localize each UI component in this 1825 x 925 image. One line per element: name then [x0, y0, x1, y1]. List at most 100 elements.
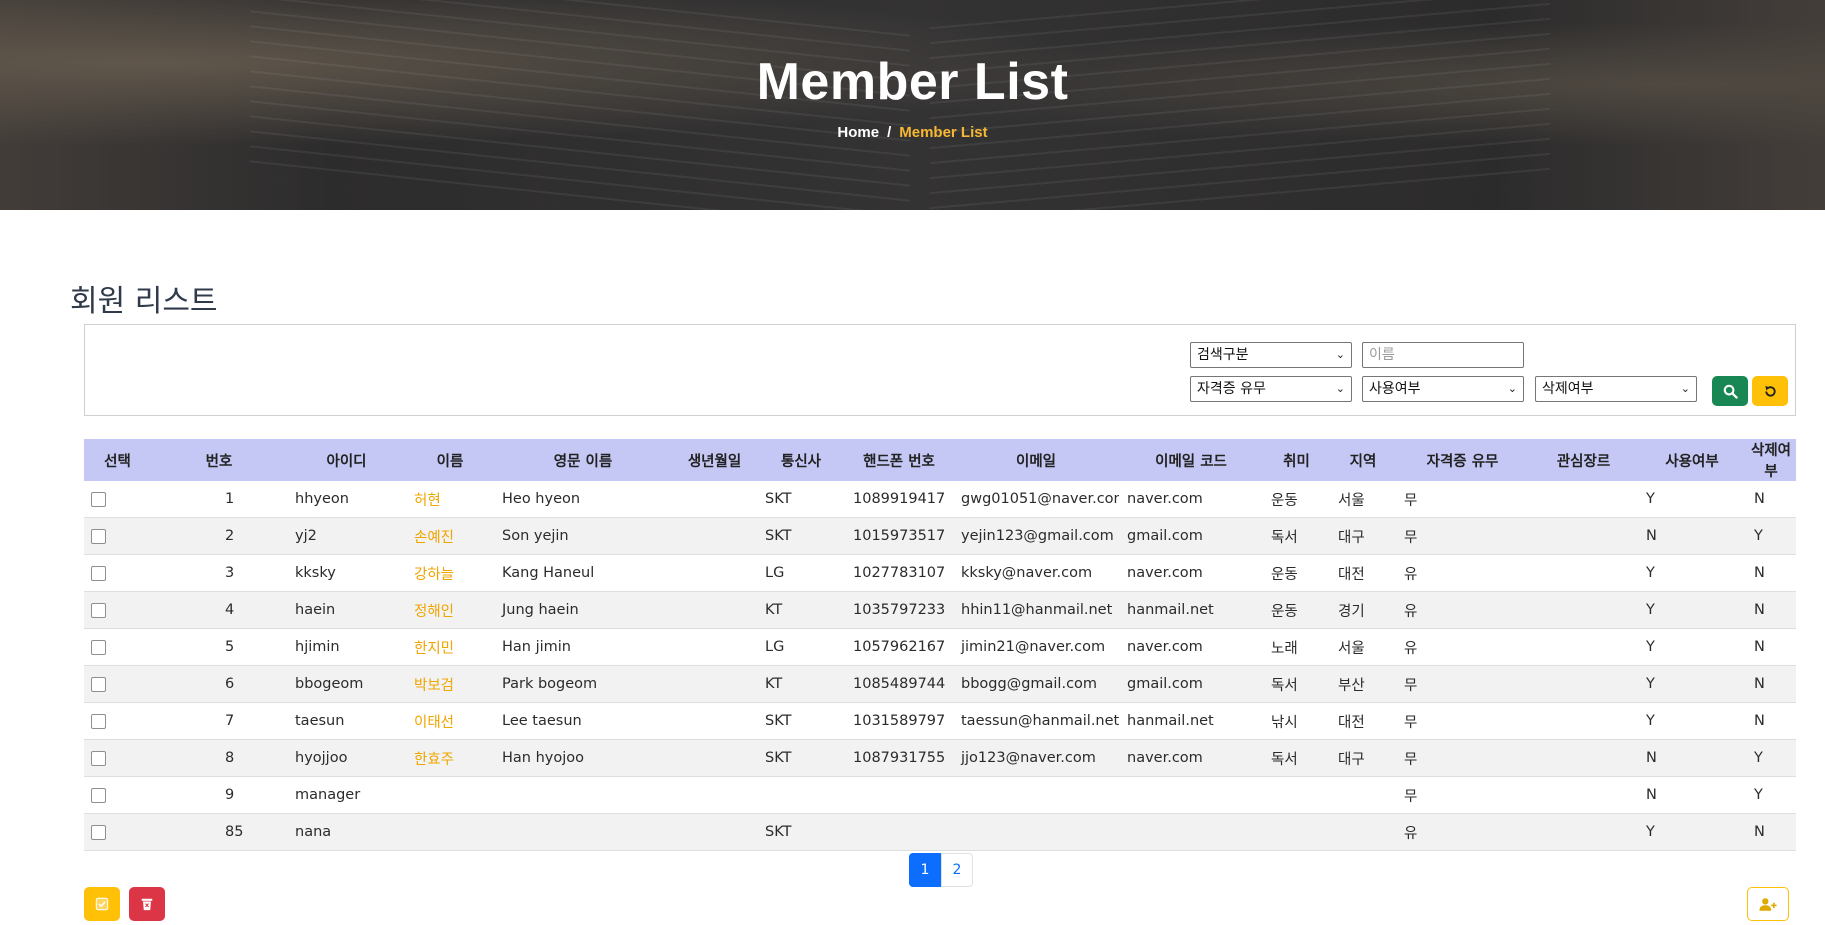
column-header: 이메일 코드: [1119, 439, 1263, 481]
reset-button[interactable]: [1752, 376, 1788, 406]
table-cell: 1027783107: [845, 554, 953, 592]
table-cell: [494, 776, 672, 814]
table-cell: 독서: [1263, 739, 1330, 777]
add-member-button[interactable]: [1747, 887, 1789, 921]
table-cell: N: [1746, 554, 1796, 592]
member-name-link[interactable]: 한효주: [406, 739, 494, 777]
search-button[interactable]: [1712, 376, 1748, 406]
row-checkbox[interactable]: [91, 491, 106, 507]
member-name-link[interactable]: [406, 813, 494, 851]
table-cell: bbogg@gmail.com: [953, 665, 1119, 703]
member-name-link[interactable]: 이태선: [406, 702, 494, 740]
chevron-down-icon: ⌄: [1507, 382, 1517, 395]
table-cell: [953, 813, 1119, 851]
table-cell: [1119, 813, 1263, 851]
breadcrumb-current: Member List: [899, 124, 988, 141]
table-row: 3 kksky 강하늘 Kang Haneul LG 1027783107 kksky@na…: [84, 554, 1796, 592]
table-cell: 무: [1396, 481, 1529, 518]
member-name-link[interactable]: 정해인: [406, 591, 494, 629]
table-cell: N: [1746, 591, 1796, 629]
row-checkbox[interactable]: [91, 750, 106, 766]
table-cell: [672, 554, 757, 592]
reset-icon: [1764, 385, 1776, 397]
table-cell: 4: [151, 591, 287, 629]
member-name-link[interactable]: 강하늘: [406, 554, 494, 592]
row-checkbox[interactable]: [91, 528, 106, 544]
table-cell: [1529, 665, 1638, 703]
page-1-button[interactable]: 1: [909, 853, 941, 887]
breadcrumb-home[interactable]: Home: [837, 124, 879, 141]
row-checkbox[interactable]: [91, 713, 106, 729]
delete-status-select[interactable]: 삭제여부 ⌄: [1535, 376, 1697, 402]
table-cell: Han jimin: [494, 628, 672, 666]
page-2-button[interactable]: 2: [941, 853, 973, 887]
table-cell: SKT: [757, 702, 845, 740]
row-checkbox[interactable]: [91, 639, 106, 655]
table-cell: [672, 776, 757, 814]
table-cell: jimin21@naver.com: [953, 628, 1119, 666]
use-status-select[interactable]: 사용여부 ⌄: [1362, 376, 1524, 402]
member-name-link[interactable]: [406, 776, 494, 814]
use-status-value: 사용여부: [1369, 381, 1421, 397]
breadcrumb-separator: /: [887, 124, 892, 141]
column-header: 지역: [1330, 439, 1396, 481]
member-name-link[interactable]: 손예진: [406, 517, 494, 555]
table-cell: hyojjoo: [287, 739, 406, 777]
table-cell: [1529, 739, 1638, 777]
table-cell: gmail.com: [1119, 665, 1263, 703]
table-cell: 5: [151, 628, 287, 666]
table-cell: [757, 776, 845, 814]
table-cell: Y: [1638, 628, 1746, 666]
table-cell: 운동: [1263, 591, 1330, 629]
column-header: 이름: [406, 439, 494, 481]
table-cell: 노래: [1263, 628, 1330, 666]
column-header: 취미: [1263, 439, 1330, 481]
table-cell: bbogeom: [287, 665, 406, 703]
keyword-input[interactable]: 이름: [1362, 342, 1524, 368]
row-checkbox[interactable]: [91, 787, 106, 803]
check-square-icon: [95, 897, 109, 911]
table-row: 7 taesun 이태선 Lee taesun SKT 1031589797 taessun…: [84, 702, 1796, 740]
row-select-cell: [84, 702, 151, 740]
table-cell: 운동: [1263, 554, 1330, 592]
table-cell: 부산: [1330, 665, 1396, 703]
member-name-link[interactable]: 한지민: [406, 628, 494, 666]
table-cell: [672, 481, 757, 518]
table-cell: 무: [1396, 776, 1529, 814]
table-cell: Kang Haneul: [494, 554, 672, 592]
delete-button[interactable]: [129, 887, 165, 921]
row-select-cell: [84, 776, 151, 814]
table-cell: jjo123@naver.com: [953, 739, 1119, 777]
table-cell: 1031589797: [845, 702, 953, 740]
row-select-cell: [84, 591, 151, 629]
table-cell: 서울: [1330, 628, 1396, 666]
column-header: 이메일: [953, 439, 1119, 481]
table-header-row: 선택 번호 아이디 이름 영문 이름 생년월일 통신사 핸드폰 번호 이메일 이메일 코드 취미 지역…: [84, 439, 1796, 481]
table-cell: naver.com: [1119, 554, 1263, 592]
table-cell: Lee taesun: [494, 702, 672, 740]
license-select[interactable]: 자격증 유무 ⌄: [1190, 376, 1352, 402]
row-checkbox[interactable]: [91, 565, 106, 581]
table-cell: hhyeon: [287, 481, 406, 518]
search-icon: [1723, 384, 1738, 399]
table-cell: hjimin: [287, 628, 406, 666]
row-checkbox[interactable]: [91, 676, 106, 692]
table-cell: Y: [1746, 776, 1796, 814]
user-plus-icon: [1759, 897, 1777, 911]
table-cell: N: [1746, 813, 1796, 851]
table-cell: [672, 591, 757, 629]
row-checkbox[interactable]: [91, 824, 106, 840]
table-cell: [953, 776, 1119, 814]
check-all-button[interactable]: [84, 887, 120, 921]
search-type-select[interactable]: 검색구분 ⌄: [1190, 342, 1352, 368]
table-cell: N: [1746, 481, 1796, 518]
table-cell: yj2: [287, 517, 406, 555]
table-row: 2 yj2 손예진 Son yejin SKT 1015973517 yejin123@gm…: [84, 517, 1796, 555]
table-cell: SKT: [757, 813, 845, 851]
table-cell: [845, 776, 953, 814]
row-select-cell: [84, 628, 151, 666]
member-name-link[interactable]: 박보검: [406, 665, 494, 703]
row-checkbox[interactable]: [91, 602, 106, 618]
table-cell: taessun@hanmail.net: [953, 702, 1119, 740]
member-name-link[interactable]: 허현: [406, 481, 494, 518]
